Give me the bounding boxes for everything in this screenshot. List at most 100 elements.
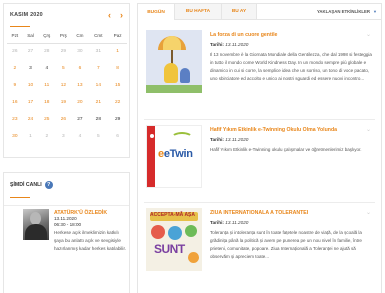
help-icon[interactable]: ? [44, 181, 53, 189]
live-event-time: 06:30 - 18:00 [54, 222, 82, 228]
calendar-day[interactable]: 23 [7, 111, 23, 128]
event-title[interactable]: ZIUA INTERNATIONALA A TOLERANTEI [210, 210, 373, 216]
live-title-underline [10, 197, 30, 198]
weekday-label: Cmt [88, 29, 109, 44]
calendar-widget: KASIM 2020 ‹ › Pzt Sal Çrş Prş Cm Cmt Pa… [3, 3, 130, 158]
calendar-day-other-month[interactable]: 29 [55, 43, 71, 60]
calendar-day[interactable]: 17 [23, 94, 39, 111]
live-event-image[interactable] [23, 209, 49, 240]
tab-this-month[interactable]: BU AY [222, 4, 257, 20]
chevron-down-icon[interactable]: ⌄ [366, 31, 371, 38]
calendar-day[interactable]: 11 [38, 77, 55, 94]
flag-crescent [150, 134, 154, 138]
live-now-widget: ŞİMDİ CANLI ? ATATÜRK'Ü ÖZLEDİK 13.11.20… [3, 172, 130, 293]
calendar-day-other-month[interactable]: 2 [38, 128, 55, 145]
face-drawing [188, 252, 199, 263]
event-meta: Tarihi: 13.11.2020 [210, 137, 373, 142]
calendar-grid: Pzt Sal Çrş Prş Cm Cmt Paz 26 27 28 29 3… [7, 29, 127, 145]
calendar-day[interactable]: 16 [7, 94, 23, 111]
calendar-day-other-month[interactable]: 30 [72, 43, 89, 60]
calendar-day[interactable]: 12 [55, 77, 71, 94]
calendar-day[interactable]: 30 [7, 128, 23, 145]
calendar-day-other-month[interactable]: 6 [108, 128, 127, 145]
calendar-day-other-month[interactable]: 26 [7, 43, 23, 60]
face-drawing [151, 225, 165, 239]
calendar-day[interactable]: 20 [72, 94, 89, 111]
weekday-row: Pzt Sal Çrş Prş Cm Cmt Paz [7, 29, 127, 44]
event-body: Hafif Yıkım Etkinlik e-Twinning Okulu Ol… [210, 127, 373, 154]
weekday-label: Sal [22, 29, 39, 44]
tab-today[interactable]: BUGÜN [138, 4, 175, 20]
calendar-day-other-month[interactable]: 31 [88, 43, 108, 60]
calendar-week: 23 24 25 26 27 28 29 [7, 111, 127, 128]
event-thumbnail[interactable]: eeTwin [146, 125, 202, 188]
calendar-day[interactable]: 14 [88, 77, 108, 94]
umbrella-stick [171, 50, 173, 64]
calendar-day[interactable]: 7 [88, 60, 108, 77]
calendar-day[interactable]: 27 [72, 111, 89, 128]
calendar-day[interactable]: 5 [55, 60, 71, 77]
calendar-header: KASIM 2020 ‹ › [4, 4, 129, 26]
event-title[interactable]: La forza di un cuore gentile [210, 32, 373, 38]
calendar-day[interactable]: 25 [38, 111, 55, 128]
calendar-day[interactable]: 3 [23, 60, 39, 77]
event-date: 13.11.2020 [225, 137, 249, 142]
event-meta: Tarihi: 13.11.2020 [210, 42, 373, 47]
chevron-down-icon[interactable]: ⌄ [366, 209, 371, 216]
calendar-day-other-month[interactable]: 5 [88, 128, 108, 145]
event-thumbnail[interactable] [146, 30, 202, 93]
drawing-text: SUNT [154, 242, 185, 256]
calendar-day[interactable]: 15 [108, 77, 127, 94]
event-description: Hafif Yıkım Etkinlik e-Twinning okulu ça… [210, 147, 362, 152]
event-thumbnail[interactable]: ACCEPTA-MĂ AȘA SUNT [146, 208, 202, 271]
upcoming-events-label: YAKLAŞAN ETKİNLİKLER [316, 8, 371, 14]
calendar-week: 2 3 4 5 6 7 8 [7, 60, 127, 77]
weekday-label: Paz [108, 29, 127, 44]
live-header: ŞİMDİ CANLI ? [4, 173, 129, 197]
calendar-day[interactable]: 10 [23, 77, 39, 94]
calendar-day[interactable]: 1 [108, 43, 127, 60]
event-meta: Tarihi: 13.11.2020 [210, 220, 373, 225]
live-title: ŞİMDİ CANLI [10, 182, 42, 188]
chevron-left-icon[interactable]: ‹ [108, 10, 111, 20]
etwinning-logo-text: eeTwin [158, 148, 193, 160]
chevron-down-icon[interactable]: ⌄ [366, 126, 371, 133]
calendar-day-other-month[interactable]: 4 [72, 128, 89, 145]
caret-down-icon: ▼ [373, 8, 377, 14]
calendar-day-other-month[interactable]: 28 [38, 43, 55, 60]
calendar-day[interactable]: 24 [23, 111, 39, 128]
calendar-day[interactable]: 28 [88, 111, 108, 128]
calendar-day[interactable]: 6 [72, 60, 89, 77]
calendar-day-other-month[interactable]: 1 [23, 128, 39, 145]
calendar-month-title: KASIM 2020 [10, 12, 43, 18]
calendar-day[interactable]: 2 [7, 60, 23, 77]
tab-this-week[interactable]: BU HAFTA [175, 4, 222, 20]
calendar-day[interactable]: 8 [108, 60, 127, 77]
calendar-day[interactable]: 4 [38, 60, 55, 77]
face-drawing [168, 226, 182, 240]
calendar-day[interactable]: 13 [72, 77, 89, 94]
calendar-day[interactable]: 9 [7, 77, 23, 94]
event-description: Il 13 novembre è la Giornata Mondiale de… [210, 52, 372, 81]
event-description: Toleranța și intoleranța sunt în toate f… [210, 230, 362, 259]
upcoming-events-dropdown[interactable]: YAKLAŞAN ETKİNLİKLER ▼ [317, 3, 377, 19]
calendar-day[interactable]: 21 [88, 94, 108, 111]
event-date: 13.11.2020 [225, 220, 249, 225]
calendar-week: 26 27 28 29 30 31 1 [7, 43, 127, 60]
child-figure [164, 63, 178, 83]
event-date-label: Tarihi: [210, 220, 224, 225]
calendar-day[interactable]: 22 [108, 94, 127, 111]
events-list: La forza di un cuore gentile Tarihi: 13.… [137, 20, 382, 293]
calendar-day[interactable]: 26 [55, 111, 71, 128]
calendar-day[interactable]: 19 [55, 94, 71, 111]
calendar-day-other-month[interactable]: 3 [55, 128, 71, 145]
umbrella-highlight [163, 36, 181, 50]
event-date-label: Tarihi: [210, 42, 224, 47]
portrait-body-shape [25, 224, 47, 240]
calendar-day[interactable]: 29 [108, 111, 127, 128]
weekday-label: Prş [55, 29, 72, 44]
event-title[interactable]: Hafif Yıkım Etkinlik e-Twinning Okulu Ol… [210, 127, 373, 133]
chevron-right-icon[interactable]: › [120, 10, 123, 20]
calendar-day-other-month[interactable]: 27 [23, 43, 39, 60]
calendar-day[interactable]: 18 [38, 94, 55, 111]
